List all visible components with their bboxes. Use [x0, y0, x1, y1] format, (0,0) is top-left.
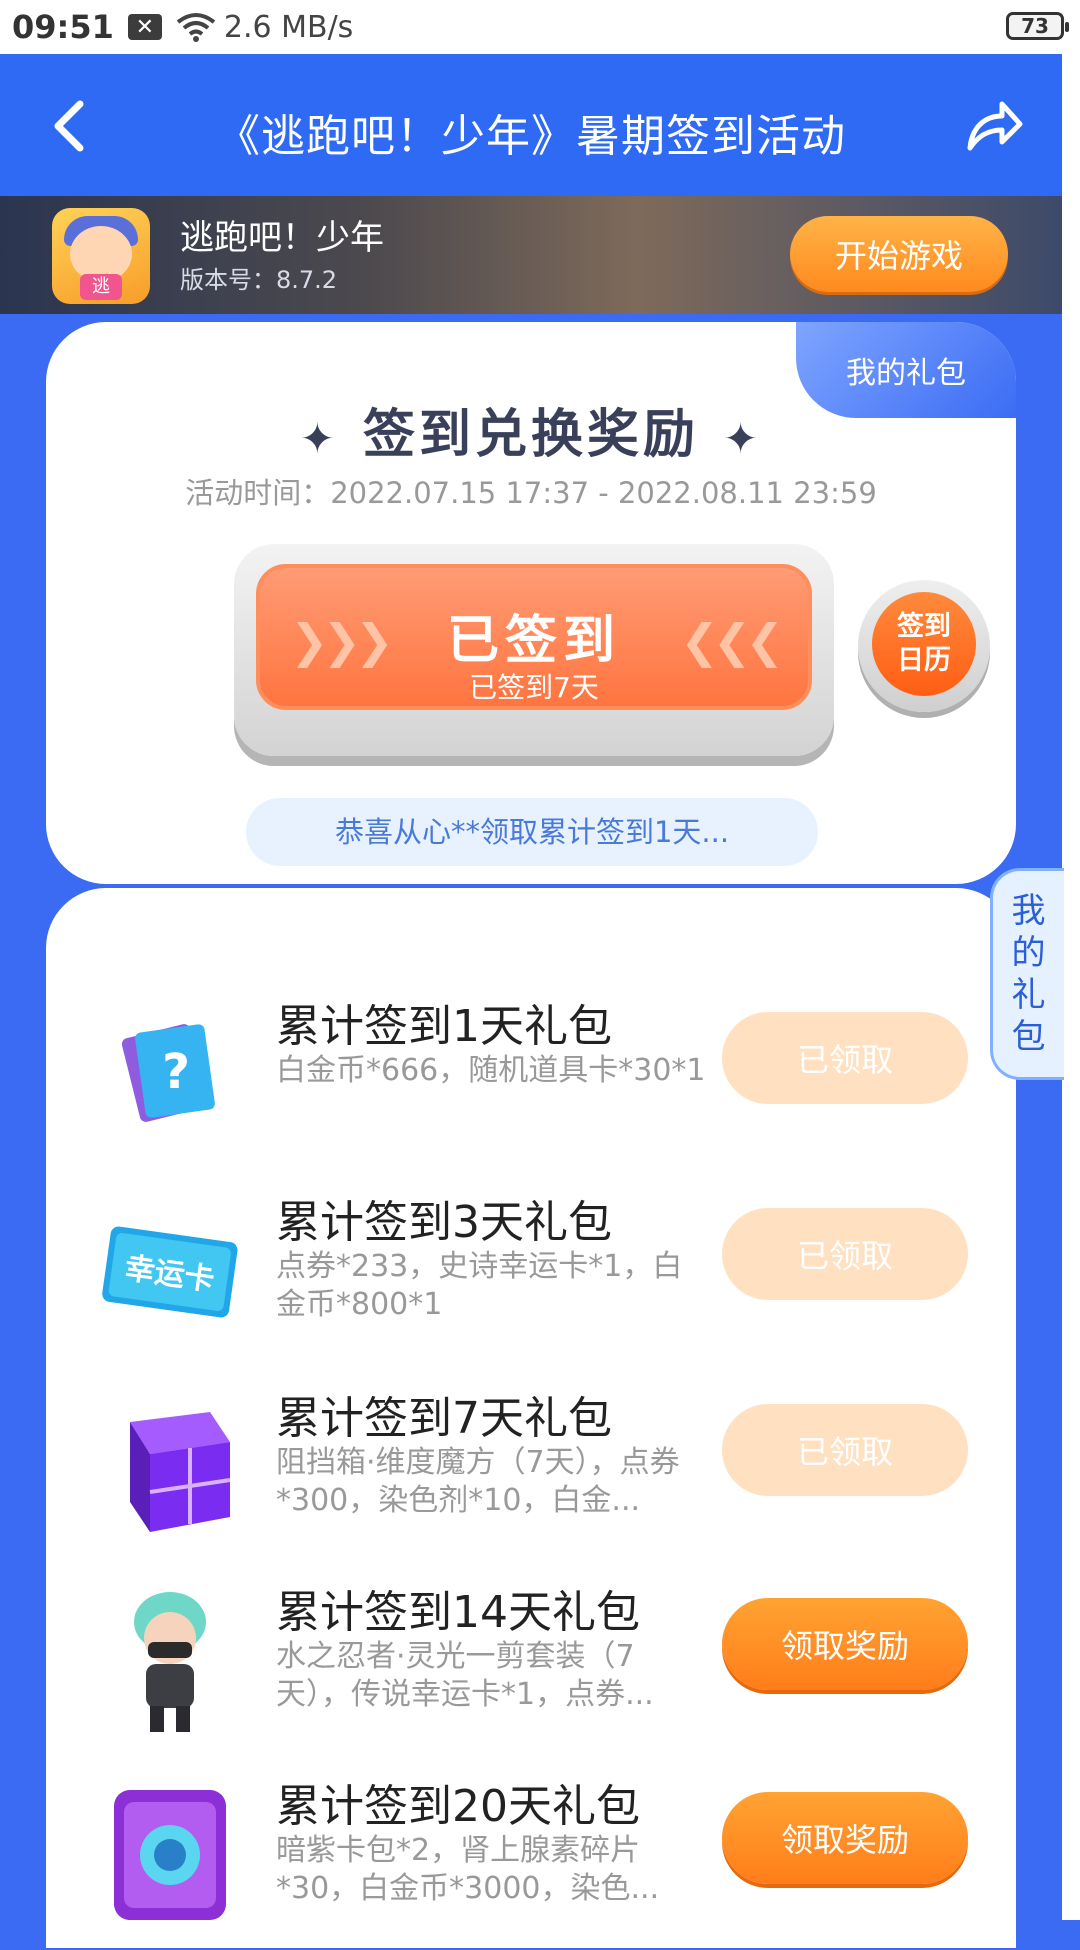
right-edge	[1062, 54, 1080, 1920]
checkin-button-label: 已签到	[446, 611, 621, 671]
claim-reward-button[interactable]: 领取奖励	[722, 1598, 968, 1690]
gift-item: 累计签到14天礼包 水之忍者·灵光一剪套装（7天），传说幸运卡*1，点券... …	[46, 1576, 1016, 1756]
gift-desc: 暗紫卡包*2，肾上腺素碎片*30，白金币*3000，染色...	[276, 1833, 660, 1906]
gift-title: 累计签到1天礼包	[276, 1001, 612, 1052]
claimed-button[interactable]: 已领取	[722, 1404, 968, 1496]
gift-item: 累计签到7天礼包 阻挡箱·维度魔方（7天），点券*300，染色剂*10，白金..…	[46, 1382, 1016, 1562]
status-bar: 09:51 ✕ 2.6 MB/s 73	[0, 0, 1080, 54]
share-icon[interactable]	[964, 96, 1024, 154]
nav-bar: 《逃跑吧！少年》暑期签到活动	[0, 54, 1062, 196]
start-game-button[interactable]: 开始游戏	[790, 216, 1008, 292]
activity-period: 活动时间：2022.07.15 17:37 - 2022.08.11 23:59	[185, 476, 877, 510]
checkin-heading-row: ✦ 签到兑换奖励 ✦	[46, 392, 1016, 467]
checkin-calendar-inner: 签到 日历	[872, 592, 976, 696]
gift-item: 幸运卡 累计签到3天礼包 点券*233，史诗幸运卡*1，白金币*800*1 已领…	[46, 1186, 1016, 1366]
claim-reward-button[interactable]: 领取奖励	[722, 1792, 968, 1884]
sparkle-icon-left: ✦	[299, 413, 339, 463]
game-icon-badge: 逃	[80, 274, 122, 300]
gift-title: 累计签到20天礼包	[276, 1781, 640, 1832]
battery-icon: 73	[1006, 12, 1069, 40]
notification-icon: ✕	[127, 14, 162, 40]
checkin-button-frame: ❯❯❯ ❮❮❮ 已签到 已签到7天	[234, 544, 834, 756]
gift-title: 累计签到7天礼包	[276, 1393, 612, 1444]
claim-notice: 恭喜从心**领取累计签到1天...	[246, 798, 818, 866]
battery-level: 73	[1021, 14, 1049, 38]
page-title: 《逃跑吧！少年》暑期签到活动	[216, 111, 846, 162]
checkin-card: 我的礼包 ✦ 签到兑换奖励 ✦ 活动时间：2022.07.15 17:37 - 20…	[46, 322, 1016, 884]
purple-card-pack-icon	[114, 1790, 226, 1920]
gift-item: 累计签到20天礼包 暗紫卡包*2，肾上腺素碎片*30，白金币*3000，染色..…	[46, 1770, 1016, 1950]
mystery-card-icon: ?	[121, 1024, 215, 1122]
gift-desc: 水之忍者·灵光一剪套装（7天），传说幸运卡*1，点券...	[276, 1639, 654, 1712]
ninja-character-icon	[134, 1592, 206, 1732]
gift-desc: 点券*233，史诗幸运卡*1，白金币*800*1	[276, 1249, 683, 1322]
claimed-button[interactable]: 已领取	[722, 1208, 968, 1300]
game-banner: 逃 逃跑吧！少年 版本号：8.7.2 开始游戏	[0, 196, 1062, 314]
gift-desc: 白金币*666，随机道具卡*30*1	[276, 1053, 706, 1088]
checkin-heading: 签到兑换奖励	[362, 405, 699, 465]
gift-title: 累计签到14天礼包	[276, 1587, 640, 1638]
game-icon[interactable]: 逃	[52, 208, 150, 304]
side-my-gift-label: 我的礼包	[1011, 891, 1046, 1057]
wifi-icon	[176, 13, 216, 42]
gift-desc: 阻挡箱·维度魔方（7天），点券*300，染色剂*10，白金...	[276, 1445, 680, 1518]
checkin-calendar-button[interactable]: 签到 日历	[858, 580, 990, 712]
svg-text:?: ?	[162, 1044, 190, 1100]
gift-item: ? 累计签到1天礼包 白金币*666，随机道具卡*30*1 已领取	[46, 990, 1016, 1170]
calendar-label-2: 日历	[897, 645, 951, 676]
claimed-button[interactable]: 已领取	[722, 1012, 968, 1104]
purple-cube-icon	[130, 1412, 231, 1532]
game-version: 版本号：8.7.2	[180, 266, 338, 294]
calendar-label-1: 签到	[897, 611, 951, 642]
checkin-button[interactable]: ❯❯❯ ❮❮❮ 已签到 已签到7天	[256, 564, 812, 710]
gift-title: 累计签到3天礼包	[276, 1197, 612, 1248]
game-name: 逃跑吧！少年	[180, 218, 384, 258]
lucky-card-icon: 幸运卡	[102, 1226, 238, 1318]
checkin-days: 已签到7天	[469, 671, 599, 704]
sparkle-icon-right: ✦	[723, 413, 763, 463]
network-speed: 2.6 MB/s	[223, 9, 354, 45]
status-time: 09:51	[12, 8, 114, 46]
